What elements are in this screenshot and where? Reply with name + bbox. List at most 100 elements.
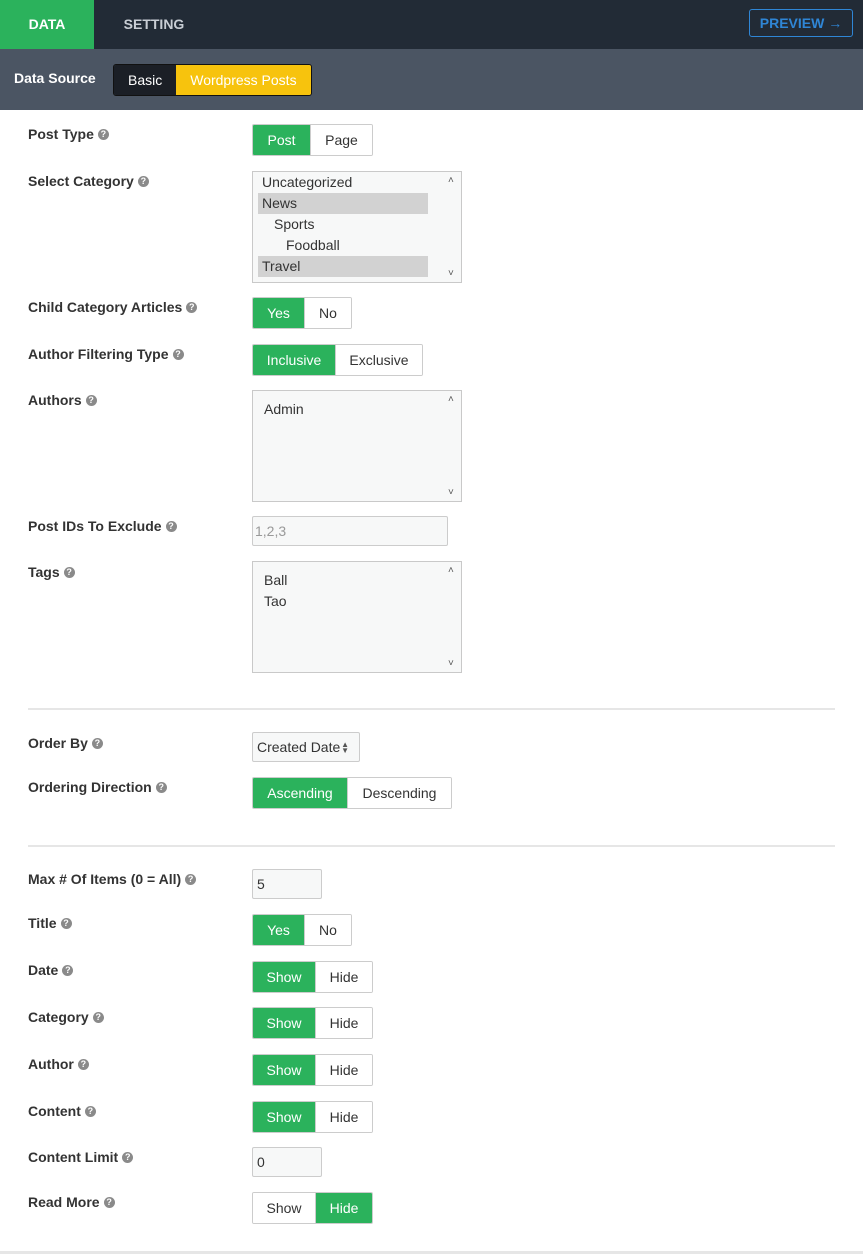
author-filtering-label: Author Filtering Type? [28, 346, 184, 362]
tags-label-text: Tags [28, 564, 60, 580]
post-type-post-button[interactable]: Post [253, 125, 310, 155]
author-filtering-label-text: Author Filtering Type [28, 346, 169, 362]
title-yes-button[interactable]: Yes [253, 915, 304, 945]
tab-data[interactable]: DATA [0, 0, 94, 57]
tag-option-tao[interactable]: Tao [258, 591, 428, 612]
content-limit-label: Content Limit? [28, 1149, 134, 1165]
author-label: Author? [28, 1056, 89, 1072]
max-items-label: Max # Of Items (0 = All)? [28, 871, 197, 887]
order-by-select[interactable]: Created Date ▲ ▼ [252, 732, 360, 762]
scroll-down-icon[interactable]: ˅ [448, 269, 457, 279]
help-icon[interactable]: ? [103, 1196, 115, 1208]
author-filtering-toggle: Inclusive Exclusive [252, 344, 423, 376]
post-type-label-text: Post Type [28, 126, 94, 142]
ordering-direction-label-text: Ordering Direction [28, 779, 152, 795]
tag-option-ball[interactable]: Ball [258, 570, 428, 591]
data-source-toggle: Basic Wordpress Posts [113, 64, 312, 96]
help-icon[interactable]: ? [60, 917, 72, 929]
child-category-no-button[interactable]: No [304, 298, 351, 328]
category-show-button[interactable]: Show [253, 1008, 315, 1038]
tags-listbox[interactable]: Ball Tao ˄ ˅ [252, 561, 462, 673]
section-divider [28, 845, 835, 847]
help-icon[interactable]: ? [172, 348, 184, 360]
authors-listbox[interactable]: Admin ˄ ˅ [252, 390, 462, 502]
scroll-down-icon[interactable]: ˅ [448, 488, 457, 498]
post-ids-exclude-input[interactable]: 1,2,3 [252, 516, 448, 546]
read-more-label-text: Read More [28, 1194, 100, 1210]
ordering-ascending-button[interactable]: Ascending [253, 778, 347, 808]
data-source-basic-button[interactable]: Basic [114, 65, 177, 95]
category-option-foodball[interactable]: Foodball [258, 235, 428, 256]
ordering-direction-toggle: Ascending Descending [252, 777, 452, 809]
child-category-toggle: Yes No [252, 297, 352, 329]
category-label: Category? [28, 1009, 104, 1025]
scroll-down-icon[interactable]: ˅ [448, 659, 457, 669]
author-show-button[interactable]: Show [253, 1055, 315, 1085]
help-icon[interactable]: ? [91, 737, 103, 749]
post-ids-exclude-label: Post IDs To Exclude? [28, 518, 177, 534]
ordering-direction-label: Ordering Direction? [28, 779, 167, 795]
category-option-travel[interactable]: Travel [258, 256, 428, 277]
author-label-text: Author [28, 1056, 74, 1072]
date-label: Date? [28, 962, 74, 978]
data-source-wordpress-posts-button[interactable]: Wordpress Posts [176, 65, 311, 95]
help-icon[interactable]: ? [84, 1105, 96, 1117]
select-category-label: Select Category? [28, 173, 149, 189]
tab-setting[interactable]: SETTING [105, 0, 203, 49]
content-show-button[interactable]: Show [253, 1102, 315, 1132]
scroll-up-icon[interactable]: ˄ [448, 566, 457, 576]
help-icon[interactable]: ? [185, 873, 197, 885]
category-option-sports[interactable]: Sports [258, 214, 428, 235]
help-icon[interactable]: ? [62, 964, 74, 976]
help-icon[interactable]: ? [63, 566, 75, 578]
category-listbox[interactable]: Uncategorized News Sports Foodball Trave… [252, 171, 462, 283]
select-caret-icon: ▲ ▼ [341, 740, 349, 755]
help-icon[interactable]: ? [137, 175, 149, 187]
preview-button[interactable]: PREVIEW → [749, 9, 853, 37]
child-category-yes-button[interactable]: Yes [253, 298, 304, 328]
date-show-button[interactable]: Show [253, 962, 315, 992]
max-items-input[interactable]: 5 [252, 869, 322, 899]
order-by-value: Created Date [257, 739, 341, 755]
help-icon[interactable]: ? [122, 1151, 134, 1163]
title-no-button[interactable]: No [304, 915, 351, 945]
author-filtering-inclusive-button[interactable]: Inclusive [253, 345, 335, 375]
max-items-label-text: Max # Of Items (0 = All) [28, 871, 182, 887]
section-divider [28, 708, 835, 710]
post-type-page-button[interactable]: Page [310, 125, 372, 155]
category-option-uncategorized[interactable]: Uncategorized [258, 172, 428, 193]
content-hide-button[interactable]: Hide [315, 1102, 372, 1132]
read-more-label: Read More? [28, 1194, 115, 1210]
authors-label-text: Authors [28, 392, 82, 408]
author-option-admin[interactable]: Admin [258, 399, 428, 420]
content-label: Content? [28, 1103, 96, 1119]
help-icon[interactable]: ? [85, 394, 97, 406]
title-toggle: Yes No [252, 914, 352, 946]
read-more-show-button[interactable]: Show [253, 1193, 315, 1223]
order-by-label: Order By? [28, 735, 103, 751]
category-option-news[interactable]: News [258, 193, 428, 214]
help-icon[interactable]: ? [155, 781, 167, 793]
child-category-label-text: Child Category Articles [28, 299, 183, 315]
category-hide-button[interactable]: Hide [315, 1008, 372, 1038]
data-source-label: Data Source [14, 70, 96, 86]
category-toggle: Show Hide [252, 1007, 373, 1039]
content-limit-input[interactable]: 0 [252, 1147, 322, 1177]
author-filtering-exclusive-button[interactable]: Exclusive [335, 345, 422, 375]
author-hide-button[interactable]: Hide [315, 1055, 372, 1085]
content-label-text: Content [28, 1103, 81, 1119]
help-icon[interactable]: ? [186, 301, 198, 313]
scroll-up-icon[interactable]: ˄ [448, 395, 457, 405]
order-by-label-text: Order By [28, 735, 88, 751]
help-icon[interactable]: ? [97, 128, 109, 140]
tags-label: Tags? [28, 564, 75, 580]
read-more-hide-button[interactable]: Hide [315, 1193, 372, 1223]
content-limit-label-text: Content Limit [28, 1149, 119, 1165]
help-icon[interactable]: ? [165, 520, 177, 532]
date-hide-button[interactable]: Hide [315, 962, 372, 992]
help-icon[interactable]: ? [92, 1011, 104, 1023]
ordering-descending-button[interactable]: Descending [347, 778, 451, 808]
scroll-up-icon[interactable]: ˄ [448, 176, 457, 186]
post-ids-exclude-label-text: Post IDs To Exclude [28, 518, 162, 534]
help-icon[interactable]: ? [77, 1058, 89, 1070]
